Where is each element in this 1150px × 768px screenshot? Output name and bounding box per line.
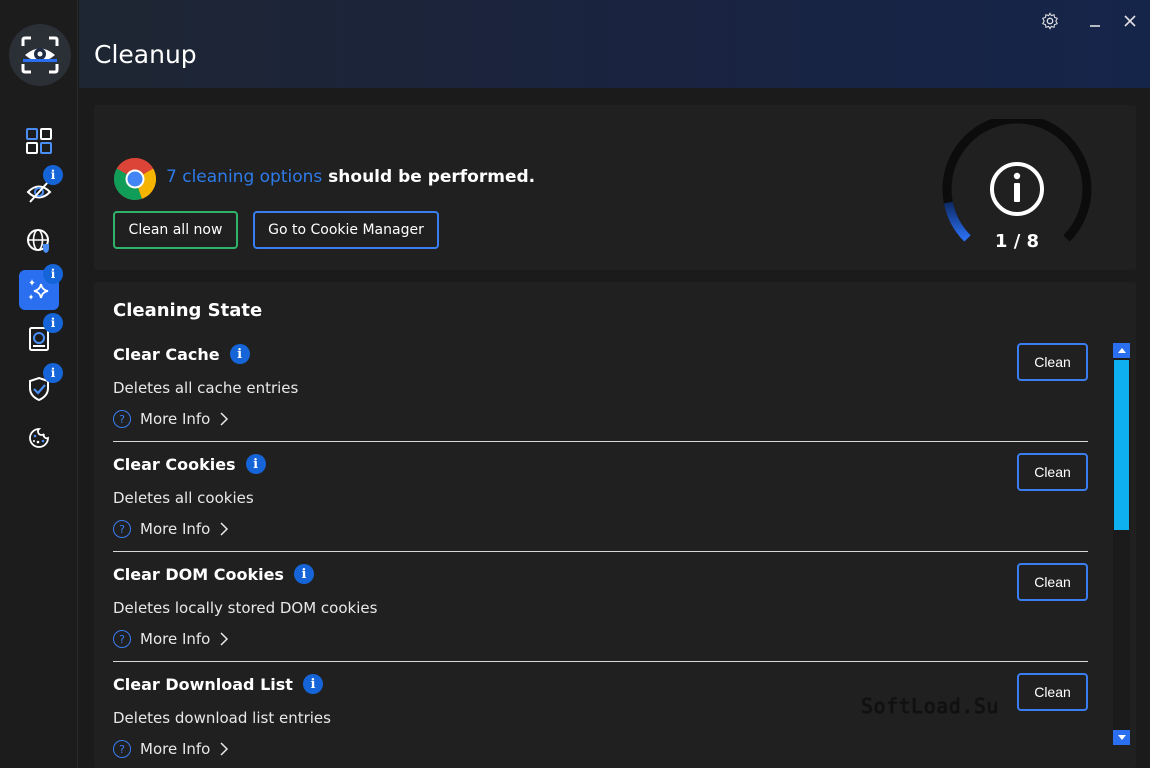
sidebar-item-cleanup[interactable]: i — [19, 264, 63, 310]
info-icon[interactable]: i — [302, 674, 323, 694]
summary-message: 7 cleaning options should be performed. — [166, 167, 535, 187]
item-title: Clear Cache i — [113, 344, 250, 364]
section-title: Cleaning State — [113, 300, 263, 321]
item-description: Deletes all cookies — [113, 489, 254, 507]
notification-badge: i — [43, 363, 63, 383]
sidebar-item-cookies[interactable] — [19, 418, 59, 458]
clean-button[interactable]: Clean — [1017, 343, 1088, 381]
summary-message-rest: should be performed. — [322, 167, 536, 187]
sidebar-item-storage[interactable]: i — [19, 313, 63, 359]
page-title: Cleanup — [94, 40, 197, 69]
app-logo — [9, 24, 71, 86]
more-info-label: More Info — [140, 630, 211, 648]
item-description: Deletes locally stored DOM cookies — [113, 599, 378, 617]
header: Cleanup — [79, 0, 1150, 88]
minimize-button[interactable] — [1084, 10, 1106, 32]
item-title-text: Clear Cookies — [113, 454, 236, 474]
chevron-right-icon — [220, 632, 229, 646]
gear-icon — [1042, 12, 1058, 30]
close-button[interactable] — [1119, 10, 1141, 32]
more-info-link[interactable]: ? More Info — [113, 520, 229, 538]
more-info-link[interactable]: ? More Info — [113, 630, 229, 648]
notification-badge: i — [43, 313, 63, 333]
globe-shield-icon — [27, 229, 49, 253]
question-icon: ? — [113, 630, 131, 648]
notification-badge: i — [43, 165, 63, 185]
gauge-count: 1 / 8 — [994, 231, 1040, 252]
clean-button[interactable]: Clean — [1017, 453, 1088, 491]
clean-all-button[interactable]: Clean all now — [113, 211, 238, 249]
item-title-text: Clear Download List — [113, 674, 293, 694]
item-title: Clear Download List i — [113, 674, 323, 694]
sidebar-item-tracking[interactable]: i — [19, 165, 63, 211]
caret-up-icon — [1117, 348, 1126, 353]
more-info-label: More Info — [140, 410, 211, 428]
item-title-text: Clear Cache — [113, 344, 220, 364]
more-info-label: More Info — [140, 740, 211, 758]
progress-gauge: 1 / 8 — [937, 114, 1097, 269]
clean-button[interactable]: Clean — [1017, 563, 1088, 601]
close-icon — [1124, 15, 1136, 27]
scrollbar[interactable] — [1113, 343, 1130, 745]
more-info-link[interactable]: ? More Info — [113, 740, 229, 758]
chrome-browser-icon — [113, 157, 157, 201]
item-title-text: Clear DOM Cookies — [113, 564, 284, 584]
info-icon[interactable]: i — [245, 454, 266, 474]
caret-down-icon — [1117, 735, 1126, 740]
scroll-down-button[interactable] — [1113, 730, 1130, 745]
eye-logo-icon — [21, 36, 59, 74]
chevron-right-icon — [220, 522, 229, 536]
item-title: Clear DOM Cookies i — [113, 564, 314, 584]
cleaning-options-count: 7 cleaning options — [166, 167, 323, 187]
item-description: Deletes download list entries — [113, 709, 331, 727]
clean-button[interactable]: Clean — [1017, 673, 1088, 711]
sidebar-item-web-protection[interactable] — [19, 221, 59, 261]
sidebar-item-privacy[interactable]: i — [19, 363, 63, 409]
more-info-link[interactable]: ? More Info — [113, 410, 229, 428]
sidebar: i i i i — [0, 0, 78, 768]
question-icon: ? — [113, 410, 131, 428]
cookie-icon — [29, 428, 49, 448]
chevron-right-icon — [220, 742, 229, 756]
question-icon: ? — [113, 740, 131, 758]
scroll-up-button[interactable] — [1113, 343, 1130, 358]
more-info-label: More Info — [140, 520, 211, 538]
cookie-manager-button[interactable]: Go to Cookie Manager — [253, 211, 439, 249]
question-icon: ? — [113, 520, 131, 538]
summary-card: 7 cleaning options should be performed. … — [94, 105, 1136, 270]
main-content: 7 cleaning options should be performed. … — [79, 88, 1150, 768]
watermark: SoftLoad.Su — [861, 694, 999, 718]
item-title: Clear Cookies i — [113, 454, 266, 474]
notification-badge: i — [43, 264, 63, 284]
scroll-thumb[interactable] — [1114, 360, 1129, 530]
info-icon[interactable]: i — [229, 344, 250, 364]
chevron-right-icon — [220, 412, 229, 426]
info-icon[interactable]: i — [293, 564, 314, 584]
minimize-icon — [1090, 25, 1100, 27]
settings-button[interactable] — [1039, 10, 1061, 32]
list-item: Clear DOM Cookies i Deletes locally stor… — [113, 552, 1088, 662]
item-description: Deletes all cache entries — [113, 379, 299, 397]
list-item: Clear Cache i Deletes all cache entries … — [113, 332, 1088, 442]
list-item: Clear Cookies i Deletes all cookies ? Mo… — [113, 442, 1088, 552]
sidebar-item-dashboard[interactable] — [19, 121, 59, 161]
dashboard-icon — [26, 128, 52, 154]
